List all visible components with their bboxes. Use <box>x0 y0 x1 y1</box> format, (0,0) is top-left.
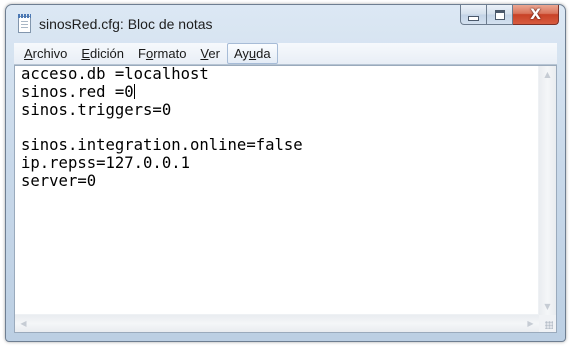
menu-archivo-accelerator: A <box>24 46 33 61</box>
size-grip-icon[interactable] <box>539 315 556 332</box>
minimize-icon <box>468 16 479 21</box>
editor-line: sinos.red =0 <box>21 82 539 102</box>
text-caret <box>133 83 135 99</box>
menu-edicion[interactable]: Edición <box>74 43 131 64</box>
minimize-button[interactable] <box>460 5 487 25</box>
notepad-icon[interactable] <box>18 14 31 33</box>
menu-ayuda-suffix: da <box>256 46 271 61</box>
close-button[interactable]: X <box>513 5 559 25</box>
menu-formato-prefix: F <box>138 46 146 61</box>
title-bar[interactable]: sinosRed.cfg: Bloc de notas X <box>6 5 565 43</box>
scroll-up-icon[interactable]: ▲ <box>539 66 556 83</box>
editor-line-text: sinos.red =0 <box>21 82 134 101</box>
editor-line: sinos.triggers=0 <box>21 100 172 119</box>
editor-line: ip.repss=127.0.0.1 <box>21 153 190 172</box>
vertical-scrollbar[interactable]: ▲ ▼ <box>538 66 556 315</box>
menu-bar: Archivo Edición Formato Ver Ayuda <box>14 43 557 65</box>
scroll-down-icon[interactable]: ▼ <box>539 298 556 315</box>
menu-ayuda[interactable]: Ayuda <box>226 43 278 64</box>
text-editor[interactable]: acceso.db =localhost sinos.red =0 sinos.tr… <box>15 66 539 315</box>
menu-edicion-suffix: dición <box>90 46 124 61</box>
notepad-window: sinosRed.cfg: Bloc de notas X Archivo Ed… <box>5 4 566 342</box>
scroll-right-icon[interactable]: ▶ <box>522 315 539 332</box>
menu-ayuda-prefix: Ay <box>233 46 249 61</box>
window-title: sinosRed.cfg: Bloc de notas <box>39 16 213 32</box>
menu-edicion-accelerator: E <box>81 46 91 61</box>
horizontal-scrollbar[interactable]: ◀ ▶ <box>15 314 539 332</box>
editor-area: acceso.db =localhost sinos.red =0 sinos.tr… <box>14 65 557 333</box>
maximize-icon <box>494 9 505 20</box>
menu-archivo[interactable]: Archivo <box>17 43 74 64</box>
close-icon: X <box>530 6 541 23</box>
caption-buttons: X <box>460 5 559 25</box>
menu-archivo-suffix: rchivo <box>32 46 68 61</box>
scroll-left-icon[interactable]: ◀ <box>15 315 32 332</box>
menu-formato-suffix: rmato <box>153 46 187 61</box>
menu-ver[interactable]: Ver <box>193 43 227 64</box>
editor-line: server=0 <box>21 171 97 190</box>
menu-ver-suffix: er <box>208 46 220 61</box>
editor-line: acceso.db =localhost <box>21 66 209 83</box>
editor-line: sinos.integration.online=false <box>21 136 303 155</box>
menu-formato[interactable]: Formato <box>131 43 193 64</box>
maximize-button[interactable] <box>487 5 513 25</box>
